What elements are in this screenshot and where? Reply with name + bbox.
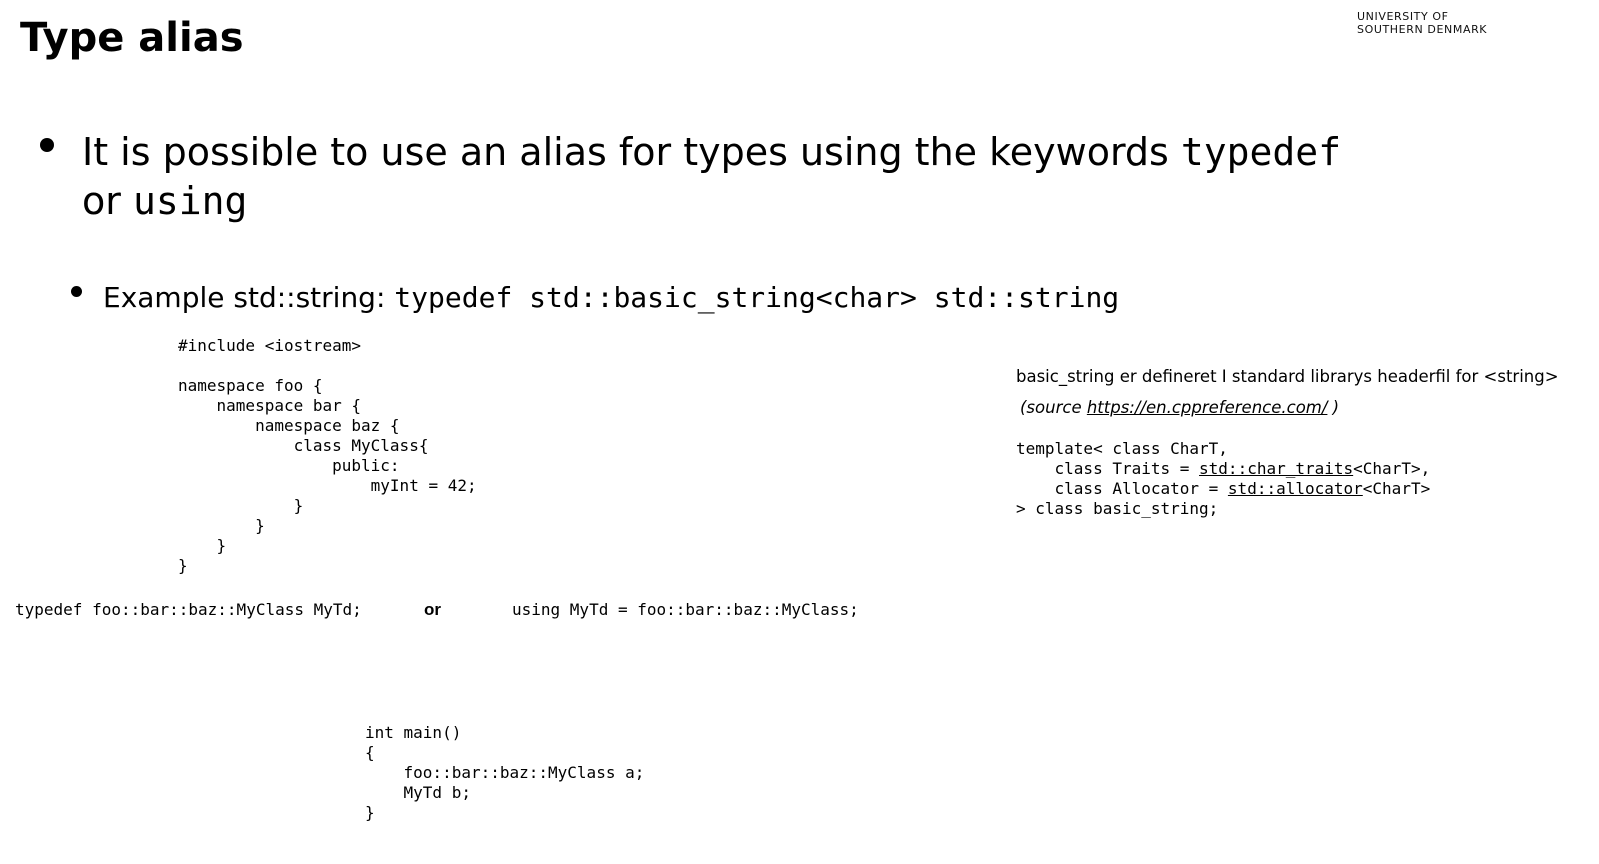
example-label: Example std::string: [103, 281, 395, 314]
bullet-icon [40, 138, 54, 152]
allocator-link[interactable]: std::allocator [1228, 479, 1363, 498]
source-link[interactable]: https://en.cppreference.com/ [1087, 398, 1328, 417]
template-code-block: template< class CharT, class Traits = st… [1016, 439, 1430, 519]
main-code-block: int main() { foo::bar::baz::MyClass a; M… [365, 723, 645, 822]
bullet-main-or: or [82, 179, 133, 223]
logo-line-2: SOUTHERN DENMARK [1357, 23, 1488, 36]
side-note-text: basic_string er defineret I standard lib… [1016, 367, 1559, 386]
bullet-main: It is possible to use an alias for types… [82, 128, 1341, 226]
template-line-3-prefix: class Allocator = [1016, 479, 1228, 498]
source-suffix: ) [1327, 398, 1340, 417]
slide-title: Type alias [20, 15, 244, 61]
template-line-2-prefix: class Traits = [1016, 459, 1200, 478]
bullet-main-text: It is possible to use an alias for types… [82, 130, 1181, 174]
template-line-2-suffix: <CharT>, [1353, 459, 1431, 478]
source-citation: (source https://en.cppreference.com/ ) [1020, 398, 1339, 418]
example-code: typedef std::basic_string<char> std::str… [394, 281, 1120, 314]
keyword-using: using [132, 179, 248, 223]
using-alias-code: using MyTd = foo::bar::baz::MyClass; [512, 600, 859, 619]
char-traits-link[interactable]: std::char_traits [1199, 459, 1353, 478]
source-prefix: (source [1020, 398, 1087, 417]
template-line-1: template< class CharT, [1016, 439, 1228, 458]
typedef-alias-code: typedef foo::bar::baz::MyClass MyTd; [15, 600, 362, 619]
template-line-4: > class basic_string; [1016, 499, 1219, 518]
keyword-typedef: typedef [1180, 130, 1342, 174]
sub-bullet-icon [71, 286, 82, 297]
template-line-3-suffix: <CharT> [1362, 479, 1431, 498]
bullet-example: Example std::string: typedef std::basic_… [103, 281, 1119, 315]
namespace-code-block: #include <iostream> namespace foo { name… [178, 336, 477, 575]
university-logo: UNIVERSITY OF SOUTHERN DENMARK [1357, 10, 1487, 36]
logo-line-1: UNIVERSITY OF [1357, 10, 1449, 23]
or-label: or [424, 600, 441, 619]
